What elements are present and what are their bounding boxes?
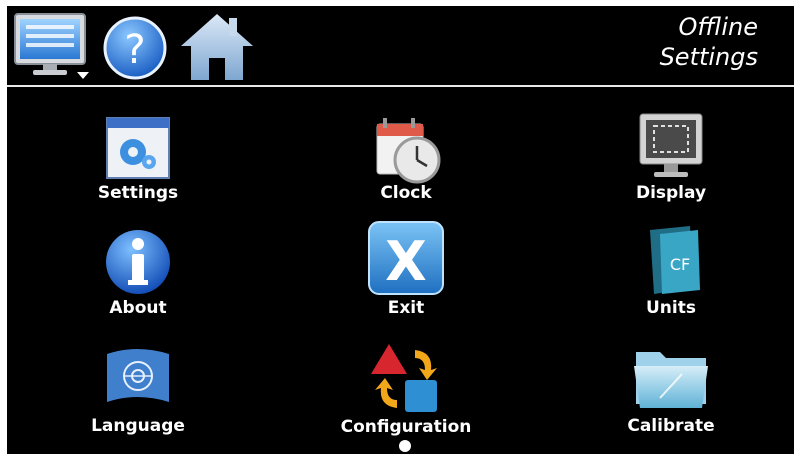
menu-item-label: Clock [380,183,432,203]
top-bar: ? Offline Settings [7,6,794,84]
status-text: Offline Settings [660,12,758,72]
settings-icon [97,110,179,192]
language-icon [97,342,179,424]
menu-item-label: Exit [387,298,425,318]
home-icon[interactable] [177,10,257,86]
status-line-1: Offline [678,13,758,41]
display-icon [630,110,712,192]
menu-item-display[interactable]: Display [596,110,746,220]
svg-text:CF: CF [670,255,690,274]
menu-item-label: Configuration [340,417,472,437]
help-icon[interactable]: ? [99,10,171,86]
menu-item-exit[interactable]: X Exit [331,218,481,328]
units-icon: CF [630,224,712,306]
configuration-icon [365,338,447,420]
menu-item-settings[interactable]: Settings [63,110,213,220]
exit-icon: X [365,218,447,300]
about-icon [97,224,179,306]
menu-item-calibrate[interactable]: Calibrate [596,342,746,452]
divider [7,85,794,87]
menu-item-label: Calibrate [627,416,715,436]
menu-item-label: Units [646,298,696,318]
menu-item-about[interactable]: About [63,224,213,334]
menu-item-clock[interactable]: Clock [331,110,481,220]
menu-item-label: About [109,298,167,318]
menu-item-configuration[interactable]: Configuration [331,338,481,448]
svg-text:?: ? [124,27,145,73]
device-screen: ? Offline Settings Settings Clock Displa… [7,6,794,454]
clock-icon [365,110,447,192]
menu-item-label: Language [91,416,185,436]
page-indicator [399,440,411,452]
svg-text:X: X [385,230,427,293]
menu-item-units[interactable]: CF Units [596,224,746,334]
monitor-menu-icon[interactable] [11,10,95,86]
calibrate-icon [630,342,712,424]
menu-item-language[interactable]: Language [63,342,213,452]
menu-item-label: Display [635,183,707,203]
status-line-2: Settings [659,43,758,71]
menu-item-label: Settings [97,183,179,203]
